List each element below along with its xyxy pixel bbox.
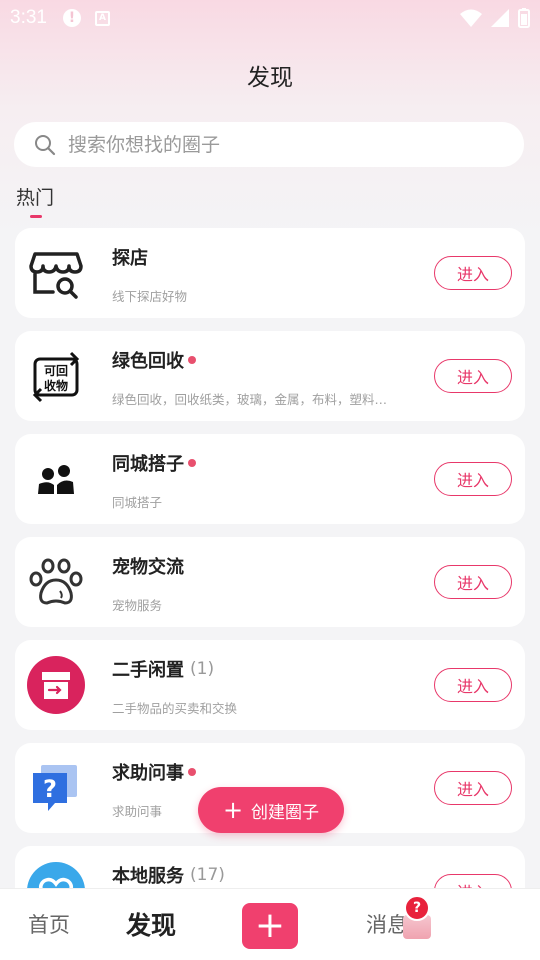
card-name-text: 二手闲置 bbox=[112, 660, 184, 681]
header-background bbox=[0, 0, 540, 240]
alert-circle-icon: ! bbox=[62, 9, 81, 27]
card-count: (1) bbox=[190, 659, 215, 679]
create-circle-label: 创建圈子 bbox=[251, 802, 320, 823]
new-dot-indicator bbox=[188, 459, 196, 467]
new-dot-indicator bbox=[188, 356, 196, 364]
svg-text:收物: 收物 bbox=[44, 378, 68, 393]
plus-icon: + bbox=[222, 796, 244, 824]
signal-icon bbox=[491, 9, 509, 27]
enter-button[interactable]: 进入 bbox=[434, 256, 512, 290]
card-description: 宠物服务 bbox=[112, 598, 163, 613]
enter-button[interactable]: 进入 bbox=[434, 565, 512, 599]
card-count: (17) bbox=[190, 865, 225, 885]
card-name-text: 同城搭子 bbox=[112, 454, 184, 475]
paw-icon bbox=[29, 558, 83, 605]
card-name-text: 求助问事 bbox=[112, 763, 184, 784]
a-box-icon: A bbox=[94, 10, 110, 26]
card-title: 本地服务 (17) bbox=[112, 862, 225, 888]
nav-discover[interactable]: 发现 bbox=[126, 906, 176, 942]
card-title: 绿色回收 bbox=[112, 347, 196, 373]
search-input[interactable] bbox=[68, 133, 468, 156]
status-time: 3:31 bbox=[10, 7, 47, 28]
new-dot-indicator bbox=[188, 768, 196, 776]
circle-card-recycle[interactable]: 可回 收物 绿色回收 绿色回收，回收纸类，玻璃，金属，布料，塑料… 进入 bbox=[15, 331, 525, 421]
nav-home[interactable]: 首页 bbox=[28, 909, 70, 939]
shop-search-icon bbox=[29, 252, 83, 299]
nav-add-button[interactable]: + bbox=[242, 903, 298, 949]
bottom-nav: 首页 发现 + 消息 ? bbox=[0, 888, 540, 960]
question-bubble-icon: ? bbox=[33, 765, 77, 811]
card-name-text: 本地服务 bbox=[112, 866, 184, 887]
enter-button[interactable]: 进入 bbox=[434, 771, 512, 805]
card-title: 探店 bbox=[112, 244, 148, 270]
page-title: 发现 bbox=[247, 65, 293, 91]
card-title: 求助问事 bbox=[112, 759, 196, 785]
svg-text:可回: 可回 bbox=[44, 364, 68, 378]
message-badge[interactable]: ? bbox=[404, 895, 430, 921]
plus-icon: + bbox=[254, 905, 286, 946]
wifi-icon bbox=[460, 9, 482, 27]
circle-card-tongcheng[interactable]: 同城搭子 同城搭子 进入 bbox=[15, 434, 525, 524]
enter-button[interactable]: 进入 bbox=[434, 359, 512, 393]
recycle-icon: 可回 收物 bbox=[32, 351, 80, 403]
card-description: 线下探店好物 bbox=[112, 289, 188, 304]
card-title: 二手闲置 (1) bbox=[112, 656, 214, 682]
card-name-text: 宠物交流 bbox=[112, 557, 184, 578]
battery-icon bbox=[518, 8, 530, 28]
status-icons bbox=[460, 8, 530, 28]
section-tab-indicator bbox=[30, 215, 42, 218]
section-label-hot[interactable]: 热门 bbox=[16, 183, 54, 210]
enter-button[interactable]: 进入 bbox=[434, 462, 512, 496]
card-title: 同城搭子 bbox=[112, 450, 196, 476]
enter-button[interactable]: 进入 bbox=[434, 668, 512, 702]
people-icon bbox=[38, 465, 74, 494]
card-name-text: 探店 bbox=[112, 248, 148, 269]
card-name-text: 绿色回收 bbox=[112, 351, 184, 372]
svg-text:?: ? bbox=[43, 775, 57, 803]
search-bar[interactable] bbox=[14, 122, 524, 167]
card-description: 二手物品的买卖和交换 bbox=[112, 701, 238, 716]
search-icon bbox=[35, 134, 56, 155]
nav-message[interactable]: 消息 bbox=[366, 909, 408, 939]
card-title: 宠物交流 bbox=[112, 553, 184, 579]
circle-card-pet[interactable]: 宠物交流 宠物服务 进入 bbox=[15, 537, 525, 627]
card-description: 同城搭子 bbox=[112, 495, 163, 510]
circle-card-tandian[interactable]: 探店 线下探店好物 进入 bbox=[15, 228, 525, 318]
create-circle-button[interactable]: + 创建圈子 bbox=[198, 787, 344, 833]
status-bar: 3:31 ! A bbox=[0, 0, 540, 36]
secondhand-box-icon bbox=[27, 656, 85, 714]
card-description: 绿色回收，回收纸类，玻璃，金属，布料，塑料… bbox=[112, 392, 388, 407]
circle-card-secondhand[interactable]: 二手闲置 (1) 二手物品的买卖和交换 进入 bbox=[15, 640, 525, 730]
